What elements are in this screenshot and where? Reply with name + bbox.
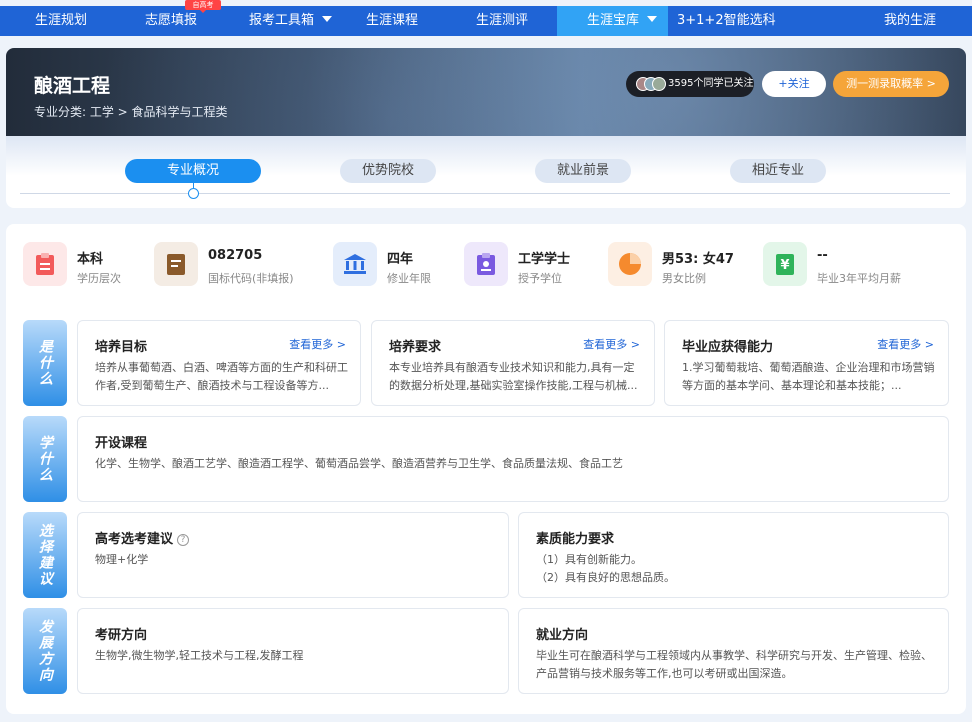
section-label-choose: 选择建议	[23, 512, 67, 598]
card-title: 培养目标	[95, 340, 148, 355]
yuan-icon: ¥	[763, 242, 807, 286]
stat-duration: 四年 修业年限	[333, 242, 453, 290]
card-title-wrap: 高考选考建议?	[95, 528, 190, 547]
nav-my-career[interactable]: 我的生涯	[884, 6, 936, 36]
avatar	[652, 77, 666, 91]
card-title: 素质能力要求	[536, 532, 615, 547]
stat-degree: 工学学士 授予学位	[464, 242, 594, 290]
stat-label: 毕业3年平均月薪	[817, 272, 901, 285]
card-body: 毕业生可在酿酒科学与工程领域内从事教学、科学研究与开发、生产管理、检验、产品营销…	[536, 649, 932, 680]
card-title: 培养要求	[389, 340, 442, 355]
stat-value: 男53: 女47	[662, 252, 734, 267]
view-more-link[interactable]: 查看更多 >	[877, 336, 934, 352]
active-tab-indicator	[188, 188, 199, 199]
card-employment-direction: 就业方向 毕业生可在酿酒科学与工程领域内从事教学、科学研究与开发、生产管理、检验…	[518, 608, 949, 694]
card-body: 培养从事葡萄酒、白酒、啤酒等方面的生产和科研工作者,受到葡萄生产、酿酒技术与工程…	[95, 361, 348, 392]
view-more-link[interactable]: 查看更多 >	[583, 336, 640, 352]
card-graduate-abilities: 毕业应获得能力 查看更多 > 1.学习葡萄栽培、葡萄酒酿造、企业治理和市场营销等…	[664, 320, 949, 406]
card-title: 就业方向	[536, 628, 589, 643]
nav-career-courses[interactable]: 生涯课程	[366, 6, 418, 36]
admission-rate-button[interactable]: 测一测录取概率 >	[833, 71, 949, 97]
chevron-down-icon	[322, 16, 333, 22]
stat-value: 四年	[387, 252, 414, 267]
nav-career-tests[interactable]: 生涯测评	[476, 6, 528, 36]
breadcrumb: 专业分类: 工学 > 食品科学与工程类	[34, 105, 228, 119]
svg-text:¥: ¥	[780, 258, 789, 273]
follow-button[interactable]: +关注	[762, 71, 826, 97]
card-body: 本专业培养具有酿酒专业技术知识和能力,具有一定的数据分析处理,基础实验室操作技能…	[389, 361, 638, 392]
nav-toolbox-label: 报考工具箱	[249, 13, 315, 28]
nav-subject-selection[interactable]: 3+1+2智能选科	[677, 6, 776, 36]
stat-label: 男女比例	[662, 272, 706, 285]
card-title: 毕业应获得能力	[682, 340, 774, 355]
nav-toolbox[interactable]: 报考工具箱	[249, 6, 333, 36]
nav-badge: 自高考	[185, 0, 221, 13]
card-body: 物理+化学	[95, 553, 149, 566]
stat-avg-salary: ¥ -- 毕业3年平均月薪	[763, 242, 923, 290]
card-training-goal: 培养目标 查看更多 > 培养从事葡萄酒、白酒、啤酒等方面的生产和科研工作者,受到…	[77, 320, 361, 406]
nav-career-planning[interactable]: 生涯规划	[35, 6, 87, 36]
card-quality-requirements: 素质能力要求 （1）具有创新能力。 （2）具有良好的思想品质。	[518, 512, 949, 598]
view-more-link[interactable]: 查看更多 >	[289, 336, 346, 352]
stat-value: 工学学士	[518, 252, 571, 267]
page-title: 酿酒工程	[34, 75, 111, 97]
card-body: 1.学习葡萄栽培、葡萄酒酿造、企业治理和市场营销等方面的基本学问、基本理论和基本…	[682, 361, 935, 392]
card-title: 开设课程	[95, 436, 148, 451]
tab-underline	[20, 193, 950, 194]
nav-application[interactable]: 志愿填报	[145, 6, 197, 36]
overview-panel: 本科 学历层次 082705 国标代码(非填报) 四年 修业年限 工学学士 授予…	[6, 224, 966, 714]
building-icon	[333, 242, 377, 286]
card-courses: 开设课程 化学、生物学、酿酒工艺学、酿造酒工程学、葡萄酒品尝学、酿造酒营养与卫生…	[77, 416, 949, 502]
document-icon	[154, 242, 198, 286]
list-item: （2）具有良好的思想品质。	[536, 571, 675, 584]
stat-label: 授予学位	[518, 272, 562, 285]
major-header: 酿酒工程 专业分类: 工学 > 食品科学与工程类 3595个同学已关注 +关注 …	[6, 48, 966, 208]
stat-label: 学历层次	[77, 272, 121, 285]
section-label-what: 是什么	[23, 320, 67, 406]
nav-career-library[interactable]: 生涯宝库	[557, 6, 668, 36]
stat-gender-ratio: 男53: 女47 男女比例	[608, 242, 748, 290]
card-subject-suggestion: 高考选考建议? 物理+化学	[77, 512, 509, 598]
section-label-develop: 发展方向	[23, 608, 67, 694]
header-background	[6, 48, 966, 148]
tab-top-schools[interactable]: 优势院校	[340, 159, 436, 183]
badge-icon	[464, 242, 508, 286]
card-body: （1）具有创新能力。 （2）具有良好的思想品质。	[536, 551, 936, 587]
stat-label: 修业年限	[387, 272, 431, 285]
card-postgrad-direction: 考研方向 生物学,微生物学,轻工技术与工程,发酵工程	[77, 608, 509, 694]
stat-value: 082705	[208, 248, 263, 263]
help-icon[interactable]: ?	[177, 534, 190, 546]
card-title: 高考选考建议	[95, 532, 174, 547]
follow-count: 3595个同学已关注	[668, 78, 754, 89]
list-item: （1）具有创新能力。	[536, 553, 642, 566]
nav-library-label: 生涯宝库	[587, 13, 640, 28]
chevron-down-icon	[647, 16, 658, 22]
top-nav: 生涯规划 志愿填报 报考工具箱 生涯课程 生涯测评 生涯宝库 3+1+2智能选科…	[0, 6, 972, 36]
stat-education-level: 本科 学历层次	[23, 242, 143, 290]
tab-employment[interactable]: 就业前景	[535, 159, 631, 183]
card-training-requirements: 培养要求 查看更多 > 本专业培养具有酿酒专业技术知识和能力,具有一定的数据分析…	[371, 320, 655, 406]
tab-related-majors[interactable]: 相近专业	[730, 159, 826, 183]
stat-value: --	[817, 248, 828, 263]
card-title: 考研方向	[95, 628, 148, 643]
section-label-learn: 学什么	[23, 416, 67, 502]
pie-chart-icon	[608, 242, 652, 286]
card-body: 生物学,微生物学,轻工技术与工程,发酵工程	[95, 649, 304, 662]
clipboard-icon	[23, 242, 67, 286]
stat-value: 本科	[77, 252, 104, 267]
stat-label: 国标代码(非填报)	[208, 272, 294, 285]
stat-national-code: 082705 国标代码(非填报)	[154, 242, 314, 290]
course-list: 化学、生物学、酿酒工艺学、酿造酒工程学、葡萄酒品尝学、酿造酒营养与卫生学、食品质…	[95, 457, 623, 470]
follow-count-pill: 3595个同学已关注	[626, 71, 754, 97]
